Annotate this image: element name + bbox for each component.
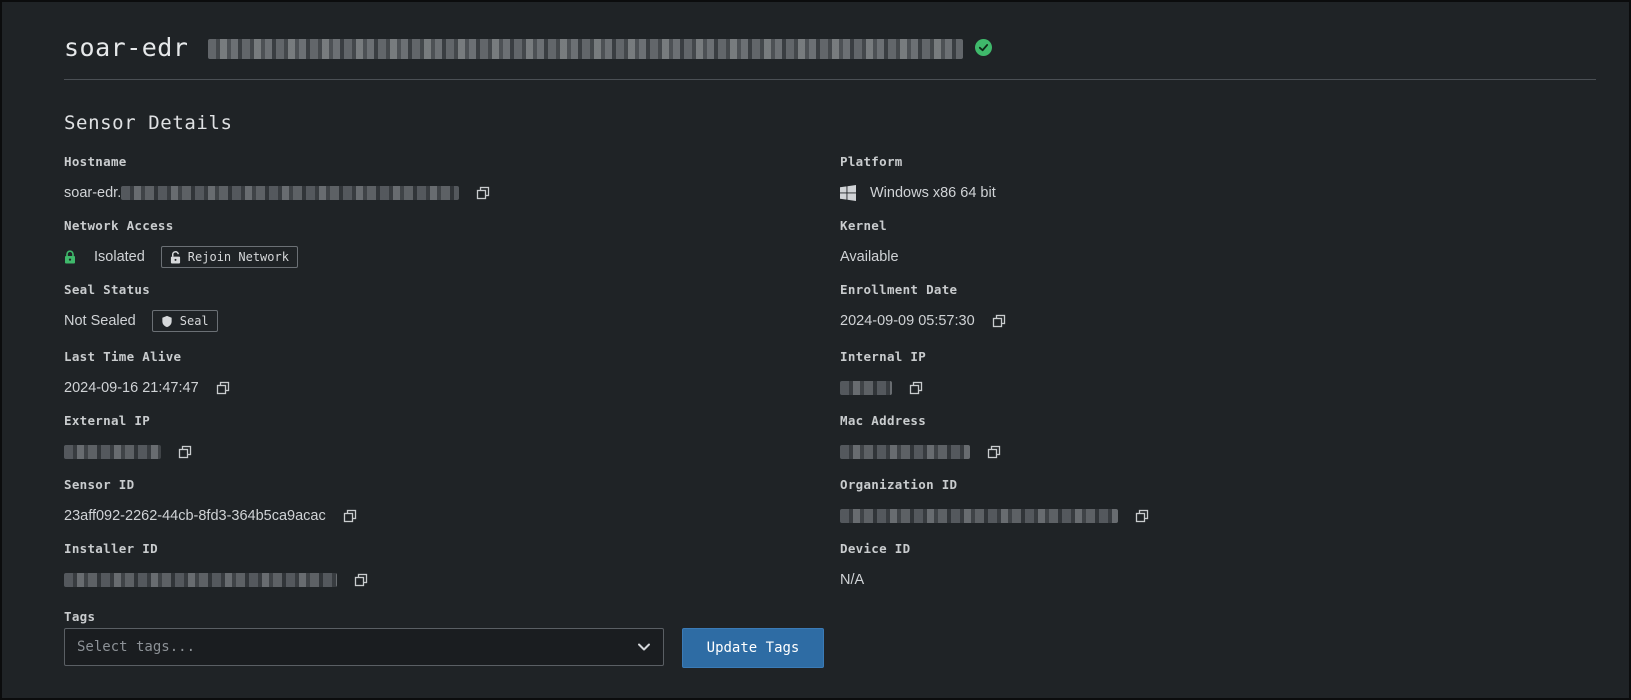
hostname-field: Hostname soar-edr. [64,153,491,217]
enrollment-date-label: Enrollment Date [840,282,958,297]
page-title: soar-edr [64,32,963,64]
copy-enrollment-date-icon[interactable] [991,313,1007,329]
kernel-label: Kernel [840,218,887,233]
internal-ip-field: Internal IP [840,348,1150,412]
redacted-mac-address [840,445,970,459]
page-title-prefix: soar-edr [64,33,189,62]
network-access-field: Network Access Isolated Rejoin Network [64,217,491,281]
copy-external-ip-icon[interactable] [177,444,193,460]
external-ip-label: External IP [64,413,151,428]
platform-label: Platform [840,154,903,169]
online-status-icon [974,39,992,56]
mac-address-label: Mac Address [840,413,927,428]
platform-field: Platform Windows x86 64 bit [840,153,1150,217]
shield-icon [161,315,173,328]
sensor-id-label: Sensor ID [64,477,135,492]
organization-id-field: Organization ID [840,476,1150,540]
mac-address-field: Mac Address [840,412,1150,476]
page-header: soar-edr [64,32,1596,80]
platform-value: Windows x86 64 bit [870,185,996,201]
redacted-organization-id [840,509,1118,523]
enrollment-date-value: 2024-09-09 05:57:30 [840,313,975,329]
external-ip-field: External IP [64,412,491,476]
sensor-id-value: 23aff092-2262-44cb-8fd3-364b5ca9acac [64,508,326,524]
kernel-value: Available [840,249,899,265]
tags-placeholder: Select tags... [77,639,196,655]
redacted-hostname-value [121,186,460,200]
last-time-alive-field: Last Time Alive 2024-09-16 21:47:47 [64,348,491,412]
chevron-down-icon[interactable] [637,642,651,652]
hostname-value: soar-edr. [64,185,122,201]
tags-label: Tags [64,609,96,624]
copy-mac-address-icon[interactable] [986,444,1002,460]
redacted-internal-ip [840,381,892,395]
copy-sensor-id-icon[interactable] [342,508,358,524]
lock-open-icon [170,250,181,264]
rejoin-network-button[interactable]: Rejoin Network [160,246,298,268]
last-time-alive-value: 2024-09-16 21:47:47 [64,380,199,396]
copy-internal-ip-icon[interactable] [908,380,924,396]
copy-organization-id-icon[interactable] [1134,508,1150,524]
enrollment-date-field: Enrollment Date 2024-09-09 05:57:30 [840,281,1150,348]
network-access-value: Isolated [94,249,145,265]
installer-id-label: Installer ID [64,541,158,556]
right-detail-column: Platform Windows x86 64 bit Kernel Avail… [840,153,1150,604]
device-id-value: N/A [840,572,865,588]
section-title: Sensor Details [64,112,233,134]
hostname-label: Hostname [64,154,127,169]
device-id-field: Device ID N/A [840,540,1150,604]
windows-icon [840,185,856,201]
seal-button-label: Seal [179,314,209,328]
seal-status-label: Seal Status [64,282,151,297]
internal-ip-label: Internal IP [840,349,927,364]
redacted-external-ip [64,445,161,459]
rejoin-network-label: Rejoin Network [187,250,289,264]
last-time-alive-label: Last Time Alive [64,349,182,364]
update-tags-button[interactable]: Update Tags [682,628,824,668]
left-detail-column: Hostname soar-edr. Network Access Isolat… [64,153,491,604]
sensor-id-field: Sensor ID 23aff092-2262-44cb-8fd3-364b5c… [64,476,491,540]
lock-closed-icon [64,250,76,264]
copy-last-time-alive-icon[interactable] [215,380,231,396]
copy-hostname-icon[interactable] [475,185,491,201]
device-id-label: Device ID [840,541,911,556]
organization-id-label: Organization ID [840,477,958,492]
redacted-installer-id [64,573,337,587]
network-access-label: Network Access [64,218,174,233]
sensor-details-panel: soar-edr Sensor Details Hostname soar-ed… [0,0,1631,700]
installer-id-field: Installer ID [64,540,491,604]
seal-status-field: Seal Status Not Sealed Seal [64,281,491,348]
seal-button[interactable]: Seal [151,310,218,332]
kernel-field: Kernel Available [840,217,1150,281]
redacted-hostname [207,39,963,59]
copy-installer-id-icon[interactable] [353,572,369,588]
seal-status-value: Not Sealed [64,313,136,329]
tags-select[interactable]: Select tags... [64,628,664,666]
